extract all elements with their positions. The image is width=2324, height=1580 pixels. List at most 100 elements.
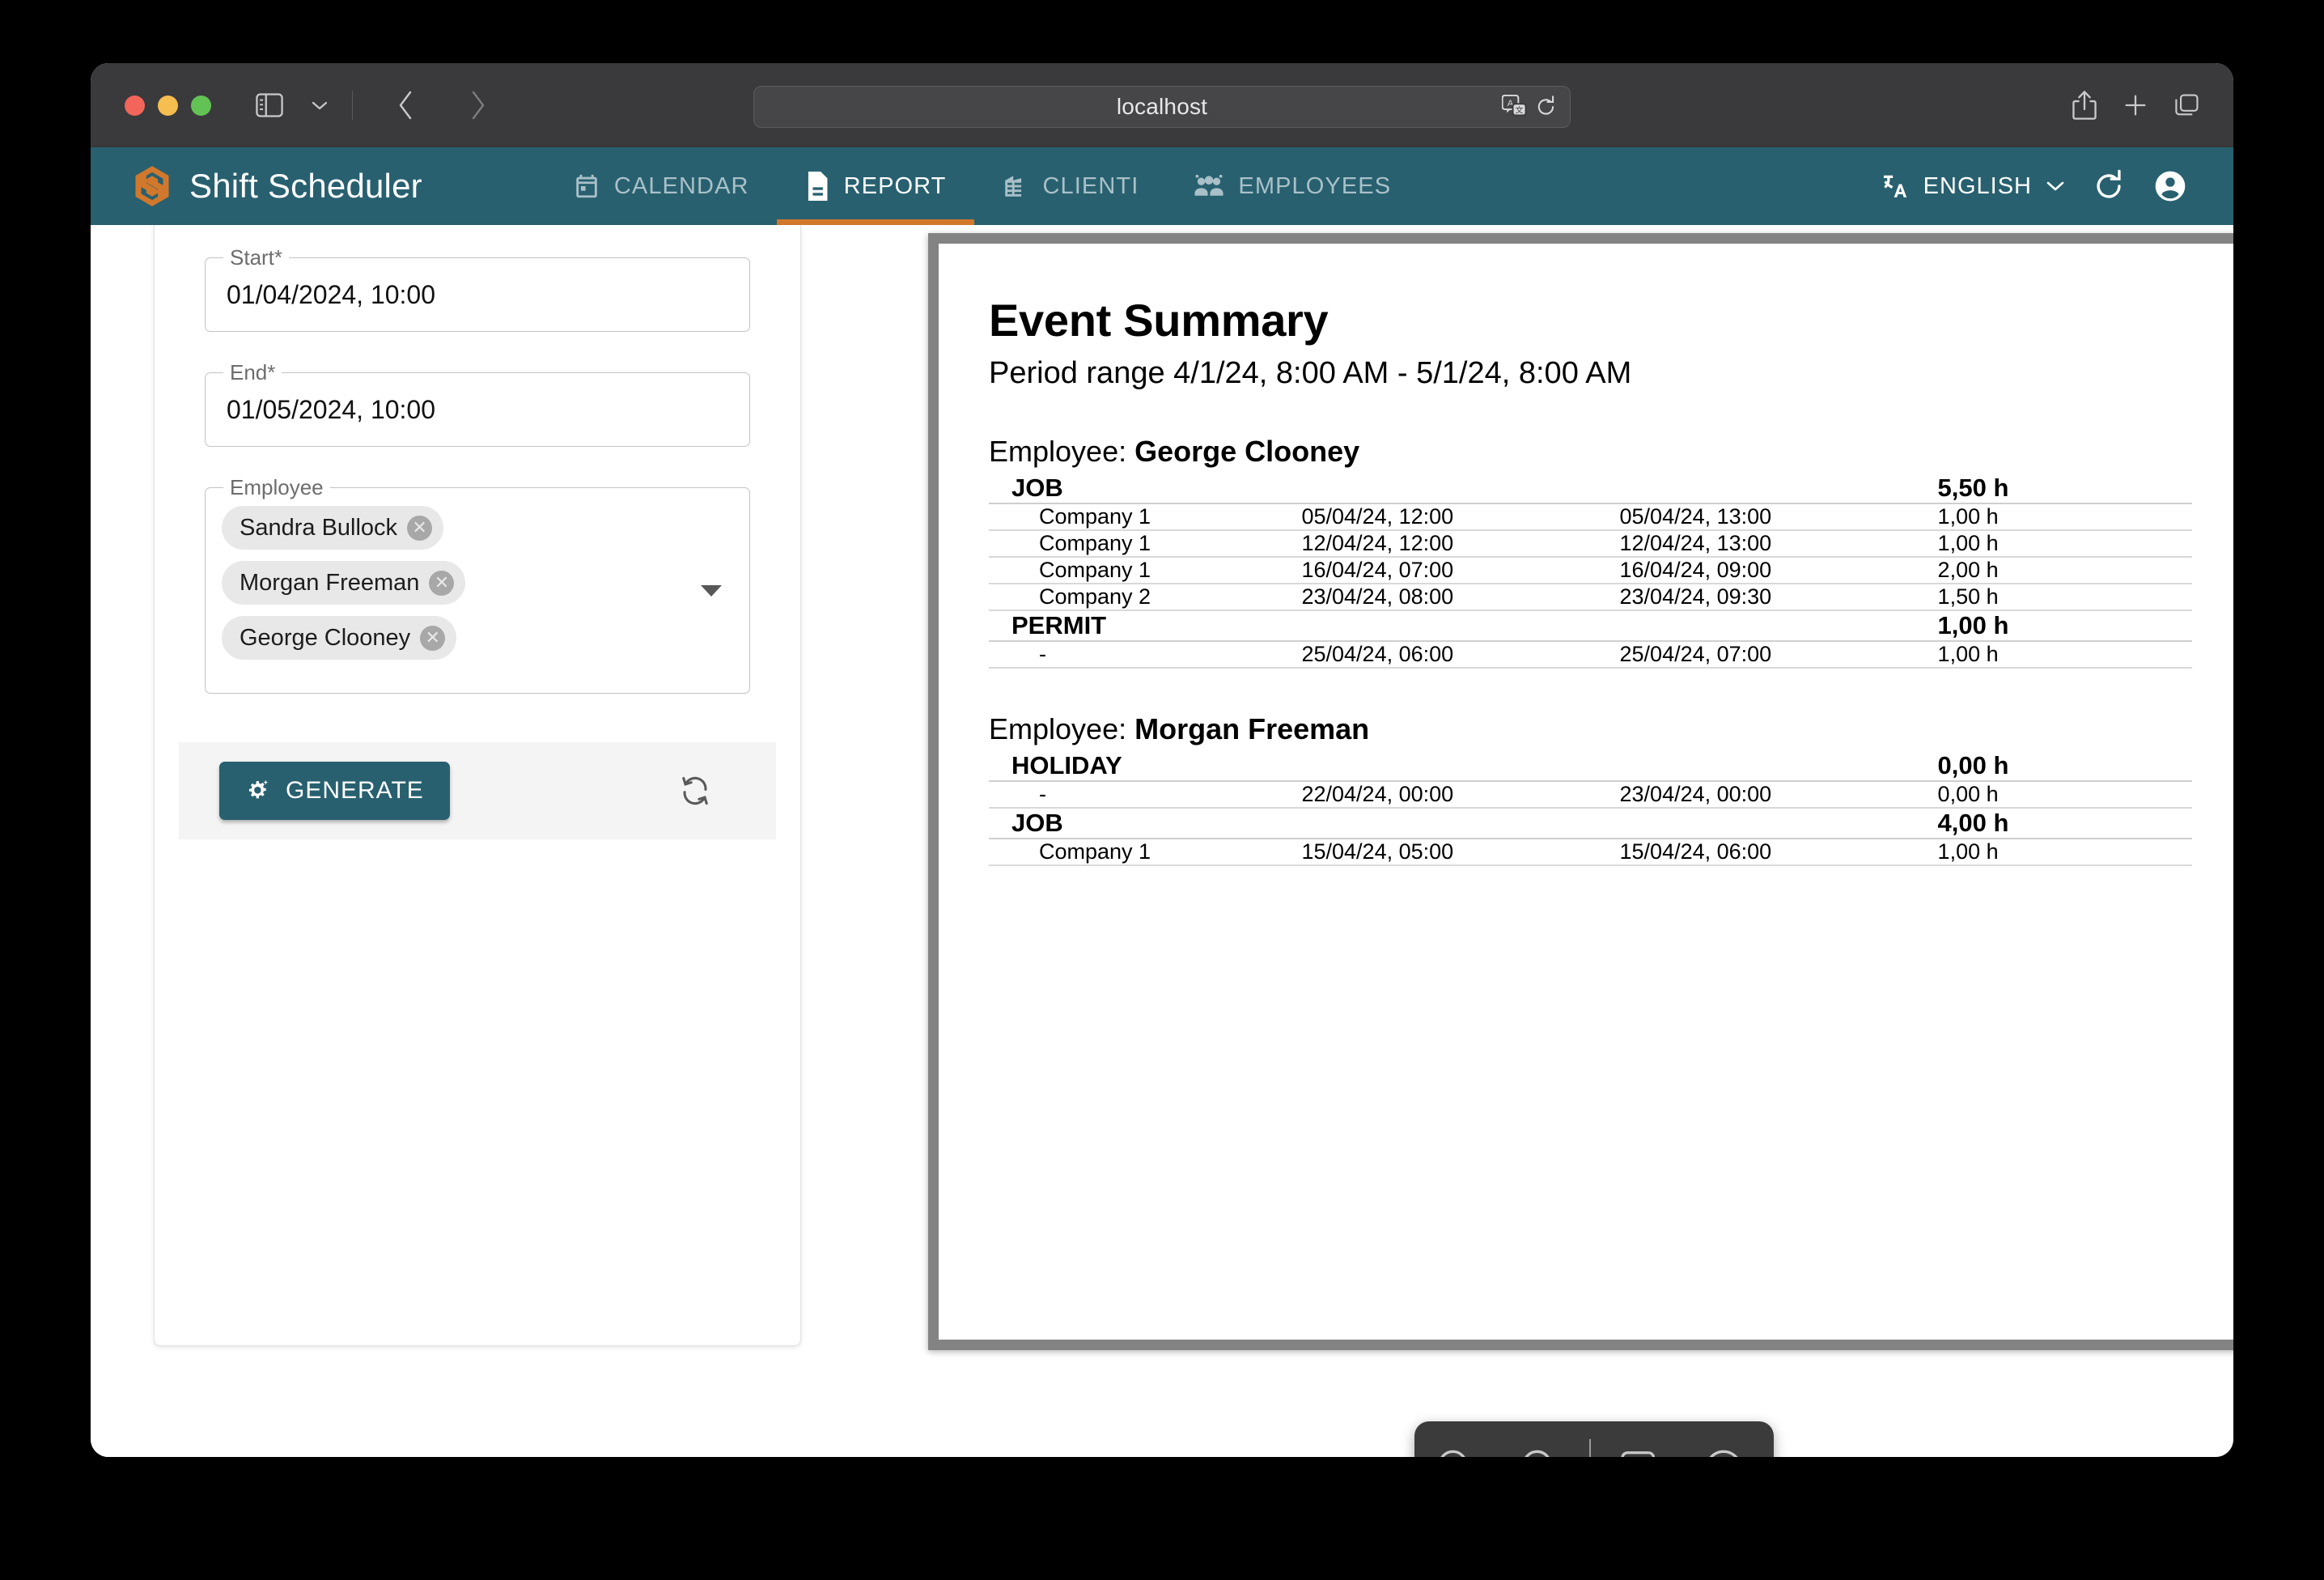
category-name: JOB xyxy=(989,808,1302,839)
category-total: 4,00 h xyxy=(1937,808,2192,839)
zoom-in-icon[interactable] xyxy=(1499,1421,1583,1457)
category-name: JOB xyxy=(989,474,1302,504)
row-client: Company 1 xyxy=(989,557,1302,584)
report-table: JOB 5,50 h Company 1 05/04/24, 12:00 05/… xyxy=(989,474,2192,669)
people-icon xyxy=(1194,172,1224,200)
browser-window: localhost A 文 Shift Scheduler CALENDAR R… xyxy=(91,63,2233,1457)
employee-chip[interactable]: George Clooney ✕ xyxy=(222,616,457,660)
forward-icon[interactable] xyxy=(455,83,500,128)
category-row: HOLIDAY 0,00 h xyxy=(989,751,2192,782)
language-label: ENGLISH xyxy=(1923,172,2032,199)
minimize-window-button[interactable] xyxy=(158,95,178,116)
row-end: 25/04/24, 07:00 xyxy=(1619,641,1938,669)
remove-chip-icon[interactable]: ✕ xyxy=(429,570,455,596)
tab-report[interactable]: REPORT xyxy=(776,147,974,225)
table-row: Company 1 15/04/24, 05:00 15/04/24, 06:0… xyxy=(989,839,2192,866)
row-start: 12/04/24, 12:00 xyxy=(1301,530,1620,558)
row-end: 05/04/24, 13:00 xyxy=(1619,503,1938,531)
tab-calendar[interactable]: CALENDAR xyxy=(545,147,777,225)
table-row: - 25/04/24, 06:00 25/04/24, 07:00 1,00 h xyxy=(989,641,2192,669)
report-title: Event Summary xyxy=(989,295,1329,346)
category-row: JOB 5,50 h xyxy=(989,474,2192,504)
tab-report-label: REPORT xyxy=(843,172,947,199)
row-client: - xyxy=(989,641,1302,669)
employee-chip[interactable]: Sandra Bullock ✕ xyxy=(222,506,444,550)
row-start: 16/04/24, 07:00 xyxy=(1301,557,1620,584)
filter-action-bar: GENERATE xyxy=(179,742,776,839)
table-row: Company 1 05/04/24, 12:00 05/04/24, 13:0… xyxy=(989,503,2192,531)
app-nav-tabs: CALENDAR REPORT CLIENTI EMPLOYEES xyxy=(545,147,1419,225)
employee-heading-prefix: Employee: xyxy=(989,712,1127,745)
translate-icon[interactable]: A 文 xyxy=(1502,95,1528,119)
start-datetime-field[interactable]: Start* 01/04/2024, 10:00 xyxy=(205,245,750,332)
end-datetime-field[interactable]: End* 01/05/2024, 10:00 xyxy=(205,360,750,447)
app-navbar: Shift Scheduler CALENDAR REPORT CLIENTI … xyxy=(91,147,2233,225)
report-filter-panel: Start* 01/04/2024, 10:00 End* 01/05/2024… xyxy=(154,225,801,1346)
row-client: Company 1 xyxy=(989,503,1302,531)
download-icon[interactable] xyxy=(1682,1421,1766,1457)
building-icon xyxy=(1002,172,1029,200)
sidebar-icon[interactable] xyxy=(247,83,292,128)
tab-clienti[interactable]: CLIENTI xyxy=(974,147,1167,225)
employee-heading: Employee: Morgan Freeman xyxy=(989,712,2192,746)
close-window-button[interactable] xyxy=(125,95,145,116)
row-start: 23/04/24, 08:00 xyxy=(1301,584,1620,611)
category-total: 0,00 h xyxy=(1937,751,2192,782)
remove-chip-icon[interactable]: ✕ xyxy=(420,625,446,651)
refresh-icon[interactable] xyxy=(2093,169,2125,203)
pdf-floating-toolbar xyxy=(1414,1421,1774,1457)
new-tab-icon[interactable] xyxy=(2122,91,2149,119)
language-selector[interactable]: ENGLISH xyxy=(1881,172,2065,200)
zoom-window-button[interactable] xyxy=(191,95,211,116)
table-row: Company 2 23/04/24, 08:00 23/04/24, 09:3… xyxy=(989,584,2192,611)
report-table: HOLIDAY 0,00 h - 22/04/24, 00:00 23/04/2… xyxy=(989,751,2192,866)
row-end: 23/04/24, 09:30 xyxy=(1619,584,1938,611)
document-icon xyxy=(804,172,830,201)
chevron-down-icon xyxy=(2046,180,2065,193)
browser-nav-group xyxy=(247,83,500,128)
remove-chip-icon[interactable]: ✕ xyxy=(407,515,433,541)
tab-calendar-label: CALENDAR xyxy=(613,172,749,199)
markup-icon[interactable] xyxy=(1597,1421,1682,1457)
tab-employees[interactable]: EMPLOYEES xyxy=(1166,147,1419,225)
row-hours: 1,00 h xyxy=(1937,530,2192,558)
row-client: Company 2 xyxy=(989,584,1302,611)
generate-button[interactable]: GENERATE xyxy=(219,762,450,820)
row-end: 23/04/24, 00:00 xyxy=(1619,781,1938,809)
table-row: - 22/04/24, 00:00 23/04/24, 00:00 0,00 h xyxy=(989,781,2192,809)
row-hours: 1,00 h xyxy=(1937,839,2192,866)
employee-heading-prefix: Employee: xyxy=(989,435,1127,468)
category-name: PERMIT xyxy=(989,610,1302,642)
row-client: - xyxy=(989,781,1302,809)
reset-icon[interactable] xyxy=(679,774,711,808)
app-brand-name: Shift Scheduler xyxy=(189,167,422,205)
tab-clienti-label: CLIENTI xyxy=(1042,172,1139,199)
zoom-out-icon[interactable] xyxy=(1414,1421,1499,1457)
back-icon[interactable] xyxy=(384,83,429,128)
navbar-right-actions: ENGLISH xyxy=(1881,168,2188,204)
row-start: 25/04/24, 06:00 xyxy=(1301,641,1620,669)
address-bar[interactable]: localhost A 文 xyxy=(753,86,1571,128)
dropdown-caret-icon[interactable] xyxy=(701,584,722,597)
reload-icon[interactable] xyxy=(1536,95,1557,119)
employee-heading-name: Morgan Freeman xyxy=(1134,712,1370,745)
row-hours: 1,50 h xyxy=(1937,584,2192,611)
tab-overview-icon[interactable] xyxy=(2173,91,2201,119)
table-row: Company 1 16/04/24, 07:00 16/04/24, 09:0… xyxy=(989,557,2192,584)
chevron-down-icon[interactable] xyxy=(297,83,342,128)
employee-chip-label: Sandra Bullock xyxy=(240,514,398,541)
category-total: 5,50 h xyxy=(1937,474,2192,504)
app-brand[interactable]: Shift Scheduler xyxy=(133,164,422,208)
pdf-viewer[interactable]: Event Summary Period range 4/1/24, 8:00 … xyxy=(928,233,2233,1350)
row-start: 15/04/24, 05:00 xyxy=(1301,839,1620,866)
start-datetime-value: 01/04/2024, 10:00 xyxy=(227,279,436,309)
share-icon[interactable] xyxy=(2072,89,2097,121)
pdf-page: Event Summary Period range 4/1/24, 8:00 … xyxy=(939,244,2233,1340)
category-row: PERMIT 1,00 h xyxy=(989,610,2192,642)
employee-heading: Employee: George Clooney xyxy=(989,435,2192,469)
end-field-label: End* xyxy=(223,360,282,385)
employee-multiselect[interactable]: Employee Sandra Bullock ✕ Morgan Freeman ✕… xyxy=(205,475,750,694)
employee-chip[interactable]: Morgan Freeman ✕ xyxy=(222,561,466,605)
account-circle-icon[interactable] xyxy=(2152,168,2188,204)
row-end: 12/04/24, 13:00 xyxy=(1619,530,1938,558)
